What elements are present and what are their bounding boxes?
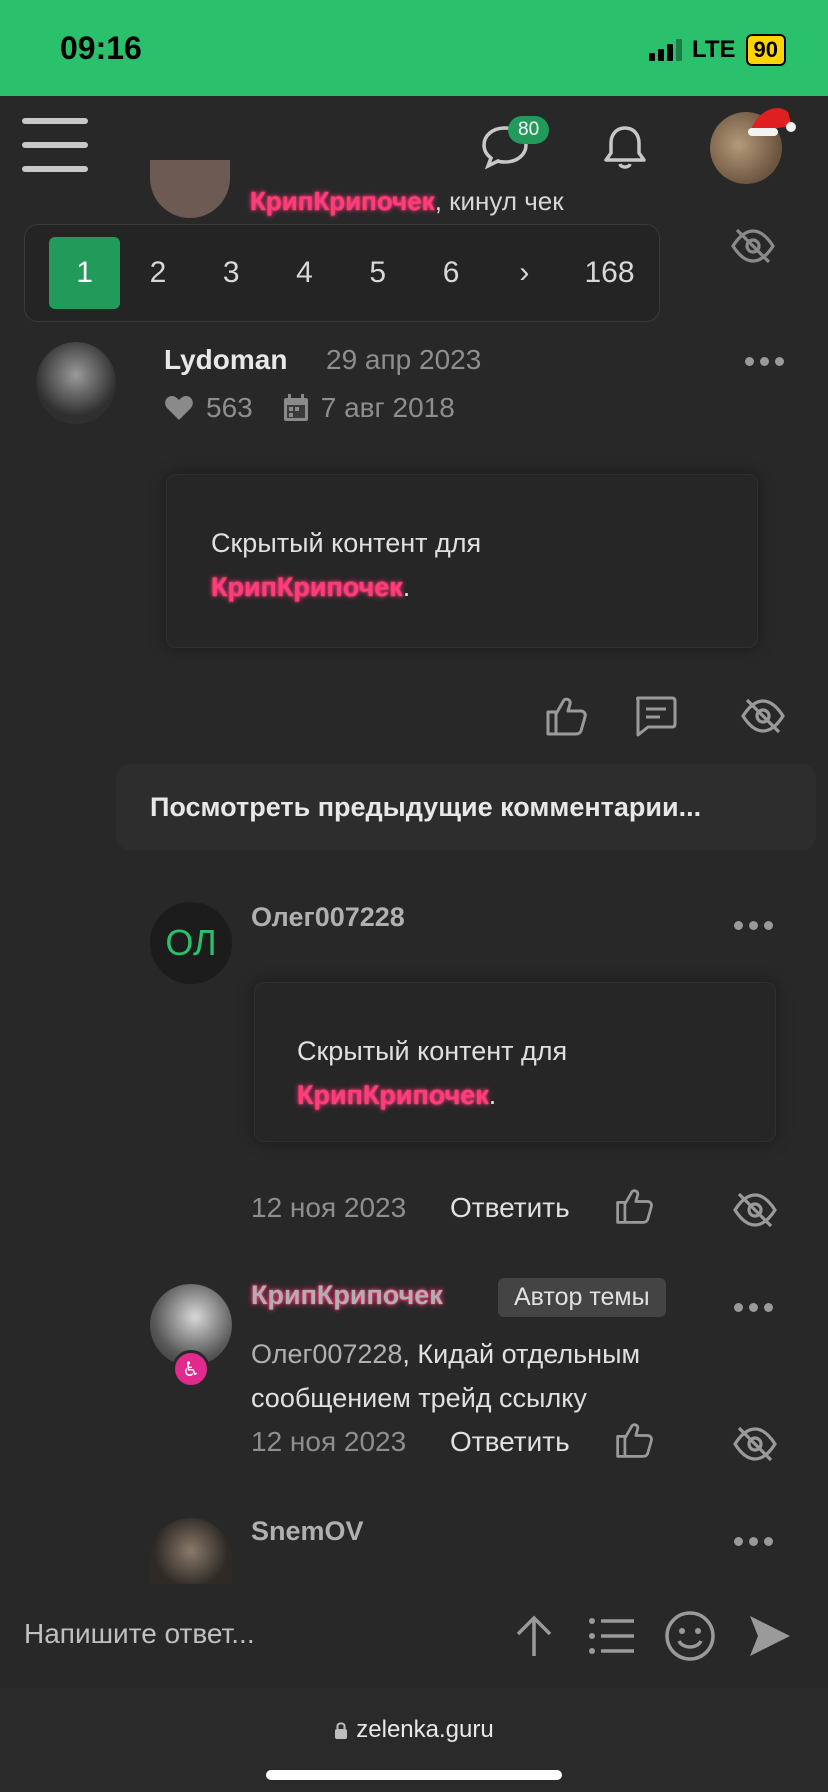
likes-count: 563 [206,392,253,423]
hide-eye-icon[interactable] [730,226,776,266]
send-icon[interactable] [746,1612,794,1660]
registration-date: 7 авг 2018 [320,392,455,423]
comment-more-button[interactable] [734,1537,773,1546]
view-previous-comments-button[interactable]: Посмотреть предыдущие комментарии... [116,764,816,850]
post-author-stats: 563 7 авг 2018 [164,392,455,424]
santa-hat-icon [748,108,796,136]
comment-more-button[interactable] [734,1303,773,1312]
reply-bar: Напишите ответ... [0,1584,828,1688]
comment-hidden-content: Скрытый контент для КрипКрипочек. [254,982,776,1142]
status-time: 09:16 [60,30,142,66]
next-page-button[interactable]: › [489,237,560,309]
lock-icon [335,1722,348,1739]
topic-author-badge: Автор темы [498,1278,666,1317]
hide-eye-icon[interactable] [732,1190,778,1230]
heart-icon [165,396,193,420]
post-hidden-content: Скрытый контент для КрипКрипочек. [166,474,758,648]
page-2-button[interactable]: 2 [122,237,193,309]
comment-icon[interactable] [632,694,678,738]
comment-date: 12 ноя 2023 [251,1192,407,1223]
hidden-content-label: Скрытый контент для [211,528,482,558]
reply-button[interactable]: Ответить [450,1426,570,1458]
battery-indicator: 90 [745,34,786,66]
home-indicator[interactable] [266,1770,562,1780]
comment-author[interactable]: КрипКрипочек [251,1280,443,1311]
site-header: 80 [0,96,828,196]
post-more-button[interactable] [745,357,784,366]
status-bar: 09:16 LTE 90 [0,0,828,96]
comment-text: Олег007228, Кидай отдельным сообщением т… [251,1332,771,1420]
status-right: LTE 90 [648,34,786,66]
page-1-button[interactable]: 1 [49,237,121,309]
messages-count-badge: 80 [508,116,550,144]
like-icon[interactable] [614,1420,654,1460]
hidden-content-user[interactable]: КрипКрипочек [297,1080,489,1110]
like-icon[interactable] [544,694,588,738]
list-icon[interactable] [588,1616,636,1656]
comment-more-button[interactable] [734,921,773,930]
like-icon[interactable] [614,1186,654,1226]
hidden-content-end: . [488,1080,497,1110]
comment-avatar[interactable] [150,1518,232,1584]
accessibility-badge-icon: ♿ [172,1350,210,1388]
comment-date: 12 ноя 2023 [251,1426,407,1457]
network-label: LTE [691,36,736,63]
hidden-content-user[interactable]: КрипКрипочек [211,572,403,602]
hidden-content-label: Скрытый контент для [297,1036,568,1066]
previous-comment-body: , кинул чек [434,186,564,216]
hidden-content-end: . [402,572,411,602]
browser-address-bar: zelenka.guru [0,1688,828,1792]
avatar-initials: ОЛ [165,922,217,963]
previous-comment-text: КрипКрипочек, кинул чек [250,186,564,217]
hide-eye-icon[interactable] [732,1424,778,1464]
pagination: 1 2 3 4 5 6 › 168 [24,224,660,322]
post-author-avatar[interactable] [36,342,116,424]
scroll-up-arrow-icon[interactable] [512,1612,556,1660]
comment-avatar[interactable]: ОЛ [150,902,232,984]
post-date: 29 апр 2023 [326,344,482,375]
emoji-icon[interactable] [664,1610,716,1662]
page-6-button[interactable]: 6 [415,237,486,309]
menu-icon[interactable] [22,118,88,172]
signal-icon [648,39,682,61]
comment-author[interactable]: SnemOV [251,1516,364,1547]
comment-author[interactable]: Олег007228 [251,902,405,933]
reply-input[interactable]: Напишите ответ... [24,1618,255,1650]
last-page-button[interactable]: 168 [562,237,657,309]
page-3-button[interactable]: 3 [196,237,267,309]
post-author-name[interactable]: Lydoman [164,344,287,376]
calendar-icon [283,394,308,421]
hide-eye-icon[interactable] [740,696,786,736]
previous-comment-author[interactable]: КрипКрипочек [250,186,435,216]
reply-button[interactable]: Ответить [450,1192,570,1224]
page-4-button[interactable]: 4 [269,237,340,309]
comment-mention[interactable]: Олег007228 [251,1339,402,1369]
url-label: zelenka.guru [356,1716,494,1743]
previous-comment-avatar [150,160,230,218]
page-5-button[interactable]: 5 [342,237,413,309]
url-text[interactable]: zelenka.guru [0,1716,828,1744]
notifications-bell-icon[interactable] [600,122,650,172]
